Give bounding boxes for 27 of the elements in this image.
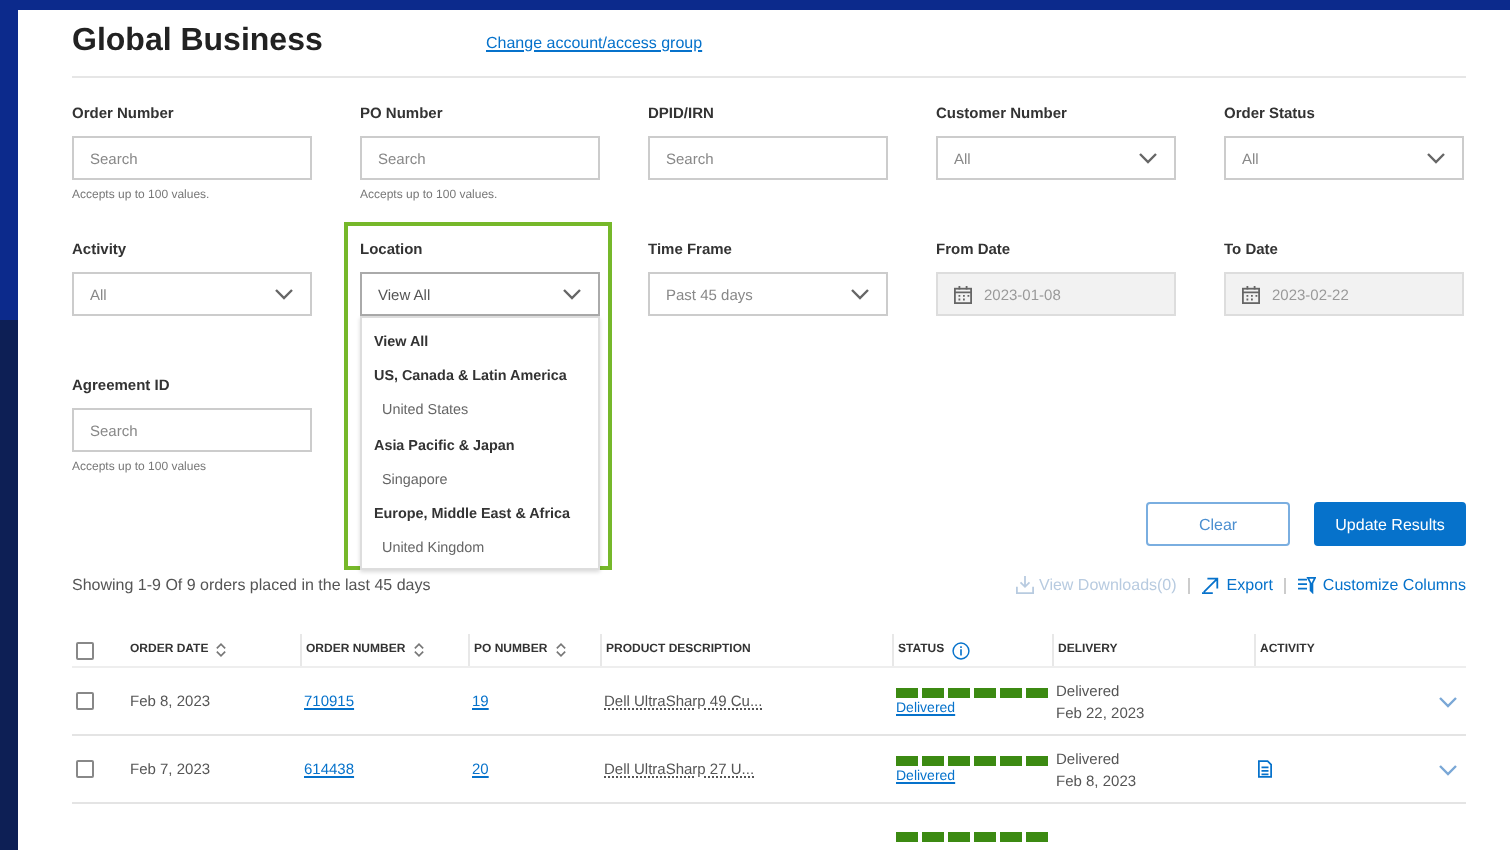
sort-icon[interactable]	[216, 642, 227, 658]
arrow-up-right-icon	[1202, 576, 1221, 594]
chevron-down-icon	[850, 288, 870, 300]
row-checkbox[interactable]	[76, 692, 94, 710]
chevron-down-icon	[1138, 152, 1158, 164]
download-icon	[1015, 576, 1034, 594]
sort-icon[interactable]	[555, 642, 566, 658]
chevron-down-icon	[274, 288, 294, 300]
document-icon[interactable]	[1258, 760, 1272, 778]
select-all-checkbox[interactable]	[76, 641, 94, 659]
info-icon[interactable]	[952, 641, 971, 659]
clear-button[interactable]: Clear	[1146, 502, 1290, 546]
toolbar-link[interactable]: Customize Columns	[1298, 576, 1466, 594]
chevron-down-icon	[1426, 152, 1446, 164]
expand-chevron-icon[interactable]	[1438, 763, 1458, 775]
results-summary: Showing 1-9 Of 9 orders placed in the last 45 days	[72, 576, 431, 594]
calendar-icon	[954, 285, 972, 303]
expand-chevron-icon[interactable]	[1438, 695, 1458, 707]
toolbar-link[interactable]: Export	[1202, 576, 1273, 594]
update-results-button[interactable]: Update Results	[1314, 502, 1466, 546]
change-account-link[interactable]: Change account/access group	[486, 33, 703, 51]
calendar-icon	[1242, 285, 1260, 303]
page-title: Global Business	[72, 24, 325, 60]
sort-icon[interactable]	[413, 642, 424, 658]
columns-filter-icon	[1298, 576, 1317, 594]
row-checkbox[interactable]	[76, 760, 94, 778]
chevron-down-icon	[562, 288, 582, 300]
